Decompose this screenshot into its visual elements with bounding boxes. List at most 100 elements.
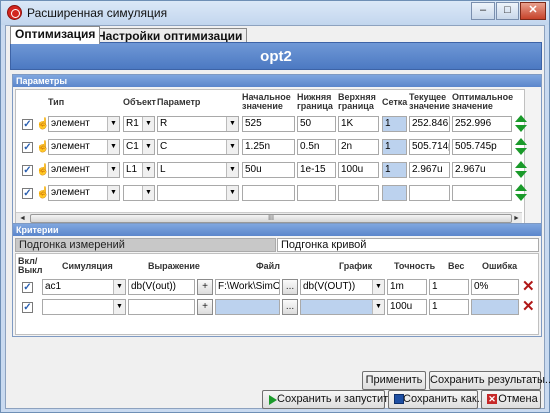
play-icon xyxy=(269,395,277,405)
type-select[interactable]: элемент ▼ xyxy=(48,185,120,201)
criteria-table: Вкл/ Выкл Симуляция Выражение Файл Графи… xyxy=(15,253,539,335)
param-row-checkbox[interactable]: ✓ xyxy=(22,165,33,176)
grid-field[interactable]: 1 xyxy=(382,116,407,132)
tab-optimization[interactable]: Оптимизация xyxy=(10,26,101,44)
file-path-field[interactable]: F:\Work\SimO xyxy=(215,279,280,295)
upper-bound-field[interactable] xyxy=(338,185,379,201)
delete-icon[interactable]: ✕ xyxy=(522,299,535,314)
hand-icon[interactable]: ☝ xyxy=(36,141,50,154)
move-up-icon[interactable] xyxy=(515,161,527,168)
weight-field[interactable]: 1 xyxy=(429,279,469,295)
add-expression-button[interactable]: + xyxy=(197,299,213,315)
upper-bound-field[interactable]: 100u xyxy=(338,162,379,178)
param-row-checkbox[interactable]: ✓ xyxy=(22,119,33,130)
precision-field[interactable]: 100u xyxy=(387,299,427,315)
col-file: Файл xyxy=(256,261,280,271)
object-select[interactable]: R1 ▼ xyxy=(123,116,155,132)
type-select[interactable]: элемент ▼ xyxy=(48,162,120,178)
lower-bound-field[interactable]: 50 xyxy=(297,116,336,132)
add-expression-button[interactable]: + xyxy=(197,279,213,295)
move-up-icon[interactable] xyxy=(515,184,527,191)
param-select[interactable]: ▼ xyxy=(157,185,239,201)
close-button[interactable]: ✕ xyxy=(520,2,546,20)
chevron-down-icon: ▼ xyxy=(372,280,384,294)
lower-bound-field[interactable]: 0.5n xyxy=(297,139,336,155)
col-grid: Сетка xyxy=(382,97,408,107)
hand-icon[interactable]: ☝ xyxy=(36,187,50,200)
weight-field[interactable]: 1 xyxy=(429,299,469,315)
precision-field[interactable]: 1m xyxy=(387,279,427,295)
move-down-icon[interactable] xyxy=(515,171,527,178)
cancel-x-icon: ✕ xyxy=(487,394,497,404)
object-select[interactable]: L1 ▼ xyxy=(123,162,155,178)
tab-curve-fit[interactable]: Подгонка кривой xyxy=(277,238,539,252)
chevron-down-icon: ▼ xyxy=(113,300,125,314)
simulation-select[interactable]: ▼ xyxy=(42,299,126,315)
parameters-group: Параметры Тип Объект Параметр Начальное … xyxy=(12,74,542,240)
grid-field[interactable]: 1 xyxy=(382,139,407,155)
tab-measurement-fit[interactable]: Подгонка измерений xyxy=(15,238,276,252)
col-optimal-2: значение xyxy=(452,101,493,111)
param-select[interactable]: C ▼ xyxy=(157,139,239,155)
save-and-run-button[interactable]: Сохранить и запустить xyxy=(262,390,394,409)
browse-file-button[interactable]: ... xyxy=(282,279,298,295)
maximize-button[interactable]: □ xyxy=(496,2,519,20)
apply-button[interactable]: Применить xyxy=(362,371,426,390)
delete-icon[interactable]: ✕ xyxy=(522,279,535,294)
criteria-row-checkbox[interactable]: ✓ xyxy=(22,302,33,313)
object-select[interactable]: ▼ xyxy=(123,185,155,201)
move-down-icon[interactable] xyxy=(515,125,527,132)
lower-bound-field[interactable] xyxy=(297,185,336,201)
cancel-button[interactable]: ✕ Отмена xyxy=(481,390,541,409)
object-value: C1 xyxy=(126,141,139,152)
start-value-field[interactable] xyxy=(242,185,295,201)
browse-file-button[interactable]: ... xyxy=(282,299,298,315)
scroll-thumb[interactable]: III xyxy=(30,214,512,223)
upper-bound-field[interactable]: 1K xyxy=(338,116,379,132)
type-value: элемент xyxy=(51,187,90,198)
col-precision: Точность xyxy=(394,261,436,271)
optimal-value-field xyxy=(452,185,512,201)
param-select[interactable]: R ▼ xyxy=(157,116,239,132)
col-weight: Вес xyxy=(448,261,465,271)
expression-field[interactable] xyxy=(128,299,195,315)
start-value-field[interactable]: 525 xyxy=(242,116,295,132)
expression-field[interactable]: db(V(out)) xyxy=(128,279,195,295)
start-value-field[interactable]: 50u xyxy=(242,162,295,178)
type-select[interactable]: элемент ▼ xyxy=(48,139,120,155)
move-down-icon[interactable] xyxy=(515,148,527,155)
start-value-field[interactable]: 1.25n xyxy=(242,139,295,155)
graph-select[interactable]: db(V(OUT)) ▼ xyxy=(300,279,385,295)
chevron-down-icon: ▼ xyxy=(142,186,154,200)
move-up-icon[interactable] xyxy=(515,115,527,122)
col-simulation: Симуляция xyxy=(62,261,113,271)
minimize-button[interactable]: – xyxy=(471,2,495,20)
param-row-checkbox[interactable]: ✓ xyxy=(22,142,33,153)
simulation-select[interactable]: ac1 ▼ xyxy=(42,279,126,295)
lower-bound-field[interactable]: 1e-15 xyxy=(297,162,336,178)
save-and-run-label: Сохранить и запустить xyxy=(277,393,394,405)
move-down-icon[interactable] xyxy=(515,194,527,201)
chevron-down-icon: ▼ xyxy=(107,140,119,154)
dialog-window: Расширенная симуляция – □ ✕ Оптимизация … xyxy=(0,0,550,413)
grid-field[interactable] xyxy=(382,185,407,201)
grid-field[interactable]: 1 xyxy=(382,162,407,178)
hand-icon[interactable]: ☝ xyxy=(36,164,50,177)
title-bar: Расширенная симуляция – □ ✕ xyxy=(1,1,549,25)
object-select[interactable]: C1 ▼ xyxy=(123,139,155,155)
file-path-field[interactable] xyxy=(215,299,280,315)
col-start-2: значение xyxy=(242,101,283,111)
col-object: Объект xyxy=(123,97,156,107)
hand-icon[interactable]: ☝ xyxy=(36,118,50,131)
criteria-row-checkbox[interactable]: ✓ xyxy=(22,282,33,293)
param-select[interactable]: L ▼ xyxy=(157,162,239,178)
criteria-group-title: Критерии xyxy=(13,224,541,236)
param-row-checkbox[interactable]: ✓ xyxy=(22,188,33,199)
move-up-icon[interactable] xyxy=(515,138,527,145)
graph-select[interactable]: ▼ xyxy=(300,299,385,315)
save-results-button[interactable]: Сохранить результаты... xyxy=(429,371,550,390)
save-as-button[interactable]: Сохранить как... xyxy=(388,390,486,409)
save-as-label: Сохранить как... xyxy=(403,393,486,405)
type-select[interactable]: элемент ▼ xyxy=(48,116,120,132)
upper-bound-field[interactable]: 2n xyxy=(338,139,379,155)
